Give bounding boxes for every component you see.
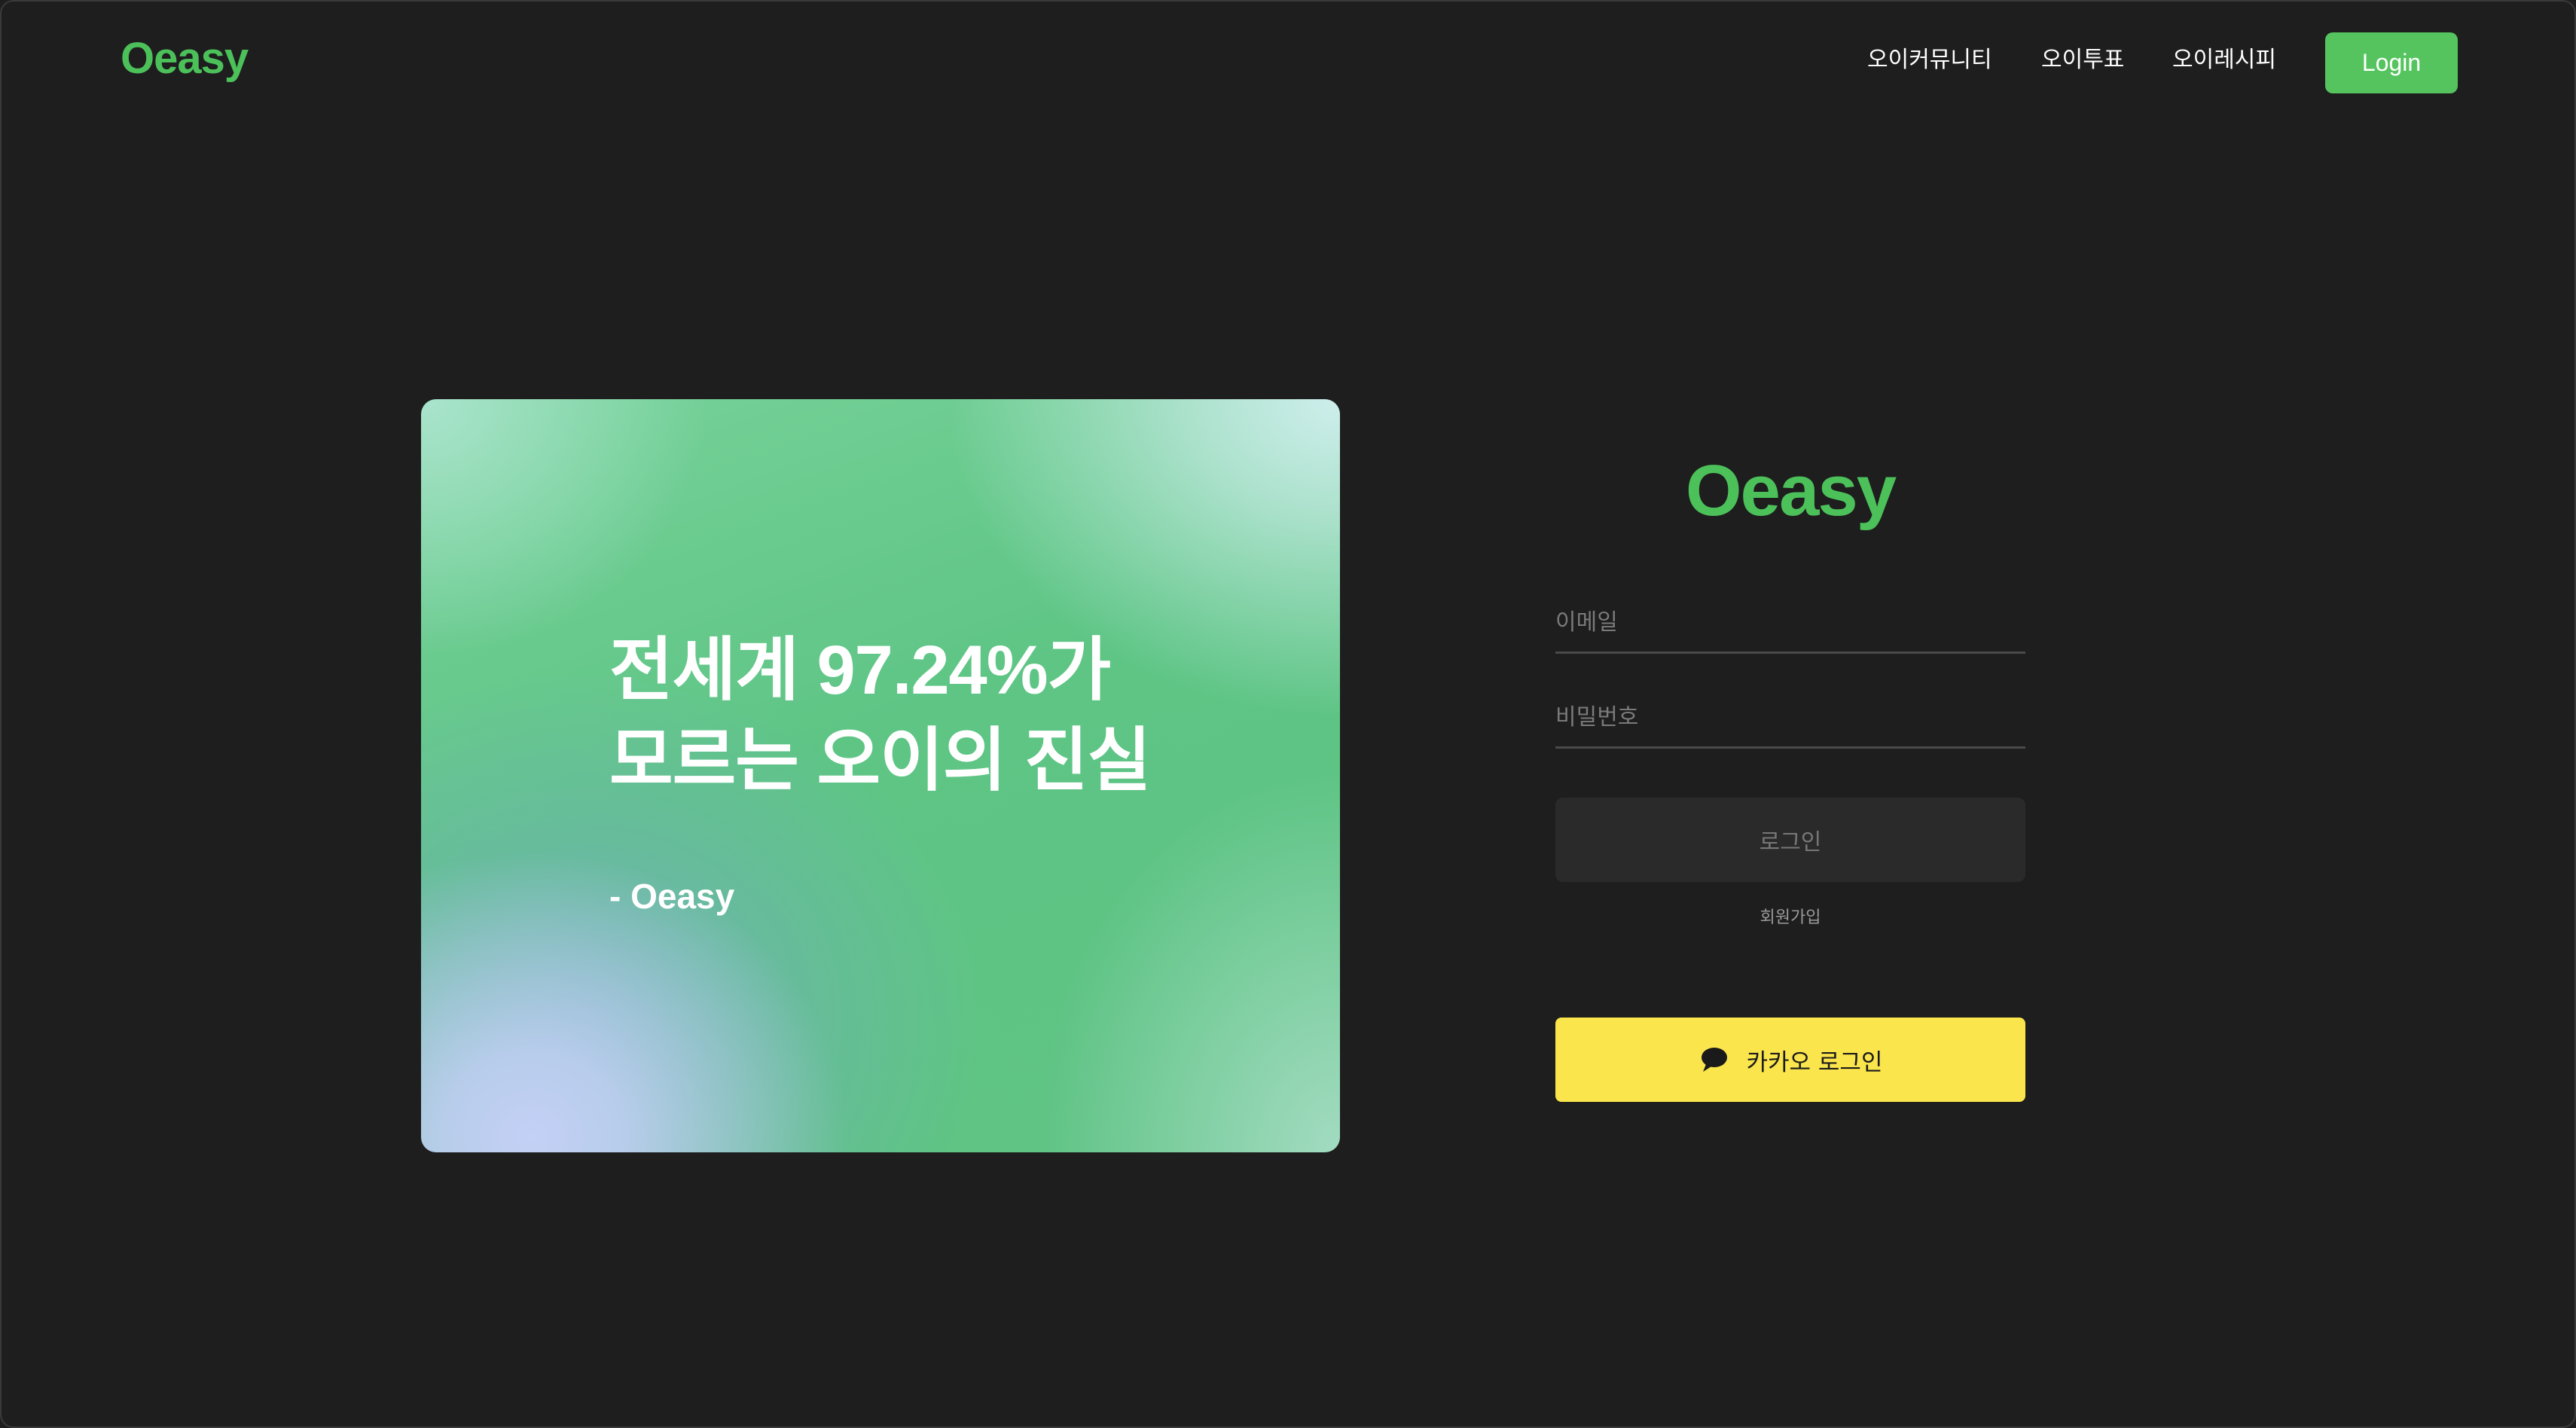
hero-headline: 전세계 97.24%가 모르는 오이의 진실	[609, 625, 1287, 806]
header-logo[interactable]: Oeasy	[121, 36, 249, 81]
hero-headline-line1: 전세계 97.24%가	[609, 632, 1111, 709]
signup-link[interactable]: 회원가입	[1555, 905, 2025, 931]
login-submit-button[interactable]: 로그인	[1555, 798, 2025, 882]
login-logo: Oeasy	[1685, 450, 1897, 531]
hero-headline-line2: 모르는 오이의 진실	[609, 722, 1151, 799]
nav-item-community[interactable]: 오이커뮤니티	[1867, 44, 1992, 77]
password-field[interactable]	[1555, 688, 2025, 749]
kakao-login-button[interactable]: 카카오 로그인	[1555, 1018, 2025, 1102]
header-login-button[interactable]: Login	[2325, 32, 2458, 93]
email-field[interactable]	[1555, 593, 2025, 654]
app-window: Oeasy 오이커뮤니티 오이투표 오이레시피 Login 전세계 97.24%…	[0, 0, 2576, 1428]
kakao-login-label: 카카오 로그인	[1746, 1048, 1883, 1076]
hero-card: 전세계 97.24%가 모르는 오이의 진실 - Oeasy	[421, 399, 1340, 1152]
nav-item-recipe[interactable]: 오이레시피	[2172, 44, 2276, 77]
hero-signature: - Oeasy	[609, 877, 735, 916]
nav-item-vote[interactable]: 오이투표	[2041, 44, 2124, 77]
speech-bubble-icon	[1701, 1048, 1727, 1072]
